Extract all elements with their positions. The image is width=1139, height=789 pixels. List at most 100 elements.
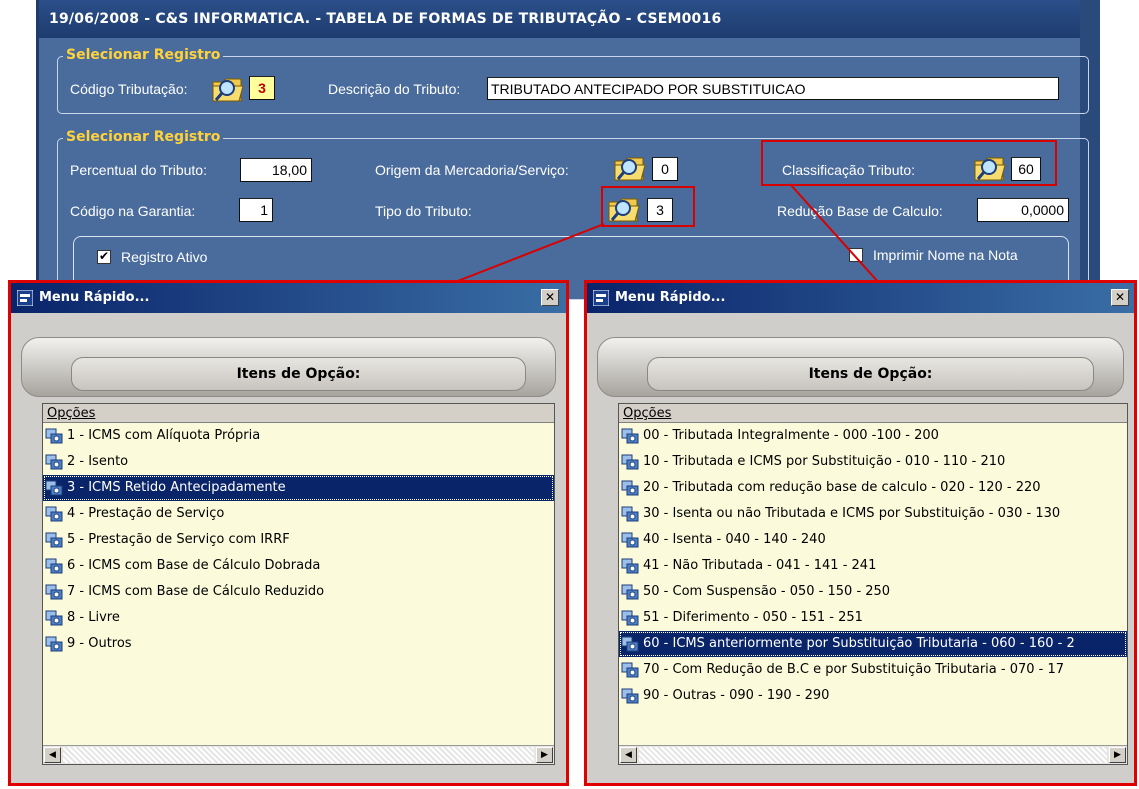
registro-ativo-label: Registro Ativo [121, 249, 208, 265]
main-window: 19/06/2008 - C&S INFORMATICA. - TABELA D… [36, 0, 1100, 300]
list-item[interactable]: 51 - Diferimento - 050 - 151 - 251 [619, 605, 1127, 631]
imprimir-checkbox[interactable] [849, 248, 863, 262]
list-item-label: 7 - ICMS com Base de Cálculo Reduzido [67, 584, 325, 599]
gear-item-icon [621, 558, 639, 574]
list-item[interactable]: 20 - Tributada com redução base de calcu… [619, 475, 1127, 501]
column-header-options[interactable]: Opções [43, 404, 554, 423]
options-list: Opções 00 - Tributada Integralmente - 00… [618, 403, 1128, 765]
gear-item-icon [621, 532, 639, 548]
list-item-label: 9 - Outros [67, 636, 132, 651]
list-item[interactable]: 3 - ICMS Retido Antecipadamente [43, 475, 554, 501]
gear-item-icon [45, 428, 63, 444]
arrow-right-icon[interactable]: ▶ [536, 747, 553, 763]
list-item-label: 51 - Diferimento - 050 - 151 - 251 [643, 610, 863, 625]
list-item-label: 30 - Isenta ou não Tributada e ICMS por … [643, 506, 1061, 521]
arrow-left-icon[interactable]: ◀ [620, 747, 637, 763]
list-item[interactable]: 40 - Isenta - 040 - 140 - 240 [619, 527, 1127, 553]
list-item-label: 60 - ICMS anteriormente por Substituição… [643, 636, 1075, 651]
list-item[interactable]: 6 - ICMS com Base de Cálculo Dobrada [43, 553, 554, 579]
group-title-2: Selecionar Registro [63, 129, 224, 145]
gear-item-icon [621, 636, 639, 652]
list-item[interactable]: 7 - ICMS com Base de Cálculo Reduzido [43, 579, 554, 605]
garantia-label: Código na Garantia: [70, 203, 196, 219]
percentual-label: Percentual do Tributo: [70, 162, 207, 178]
codigo-tributacao-label: Código Tributação: [70, 81, 188, 97]
imprimir-label: Imprimir Nome na Nota [873, 247, 1018, 263]
list-item[interactable]: 70 - Com Redução de B.C e por Substituiç… [619, 657, 1127, 683]
list-item-label: 1 - ICMS com Alíquota Própria [67, 428, 261, 443]
list-item[interactable]: 8 - Livre [43, 605, 554, 631]
registro-ativo-checkbox[interactable]: ✔ [97, 249, 111, 264]
column-header-options[interactable]: Opções [619, 404, 1127, 423]
list-item[interactable]: 10 - Tributada e ICMS por Substituição -… [619, 449, 1127, 475]
list-item-label: 00 - Tributada Integralmente - 000 -100 … [643, 428, 939, 443]
options-header: Itens de Opção: [647, 357, 1094, 391]
gear-item-icon [45, 610, 63, 626]
close-icon[interactable]: ✕ [1111, 289, 1129, 306]
dialog-title: Menu Rápido... [11, 283, 566, 313]
list-item[interactable]: 50 - Com Suspensão - 050 - 150 - 250 [619, 579, 1127, 605]
gear-item-icon [45, 584, 63, 600]
tipo-highlight [601, 186, 695, 227]
list-item-label: 20 - Tributada com redução base de calcu… [643, 480, 1041, 495]
gear-item-icon [621, 584, 639, 600]
gear-item-icon [621, 662, 639, 678]
gear-item-icon [621, 454, 639, 470]
list-item[interactable]: 4 - Prestação de Serviço [43, 501, 554, 527]
folder-search-icon[interactable] [211, 74, 245, 104]
dialog-title: Menu Rápido... [587, 283, 1134, 313]
horizontal-scrollbar[interactable]: ◀ ▶ [619, 745, 1127, 764]
arrow-right-icon[interactable]: ▶ [1109, 747, 1126, 763]
quick-menu-dialog-right: Menu Rápido... ✕ Itens de Opção: Opções … [584, 280, 1137, 786]
descricao-label: Descrição do Tributo: [328, 81, 461, 97]
arrow-left-icon[interactable]: ◀ [44, 747, 61, 763]
codigo-tributacao-field[interactable]: 3 [249, 76, 275, 100]
gear-item-icon [45, 454, 63, 470]
list-item[interactable]: 1 - ICMS com Alíquota Própria [43, 423, 554, 449]
gear-item-icon [45, 506, 63, 522]
list-item-label: 10 - Tributada e ICMS por Substituição -… [643, 454, 1006, 469]
list-item-label: 41 - Não Tributada - 041 - 141 - 241 [643, 558, 877, 573]
reducao-field[interactable]: 0,0000 [977, 198, 1069, 222]
dialog-body: Itens de Opção: Opções 1 - ICMS com Alíq… [11, 313, 566, 783]
list-item[interactable]: 2 - Isento [43, 449, 554, 475]
horizontal-scrollbar[interactable]: ◀ ▶ [43, 745, 554, 764]
percentual-field[interactable]: 18,00 [240, 158, 312, 182]
list-item-label: 3 - ICMS Retido Antecipadamente [67, 480, 286, 495]
descricao-field[interactable]: TRIBUTADO ANTECIPADO POR SUBSTITUICAO [487, 77, 1059, 100]
tipo-label: Tipo do Tributo: [375, 203, 472, 219]
scroll-track[interactable] [63, 747, 534, 763]
list-item-label: 90 - Outras - 090 - 190 - 290 [643, 688, 830, 703]
options-list: Opções 1 - ICMS com Alíquota Própria 2 - … [42, 403, 555, 765]
list-item-label: 50 - Com Suspensão - 050 - 150 - 250 [643, 584, 891, 599]
list-rows: 1 - ICMS com Alíquota Própria 2 - Isento 3… [43, 423, 554, 657]
folder-search-icon[interactable] [613, 153, 647, 183]
list-item-label: 6 - ICMS com Base de Cálculo Dobrada [67, 558, 321, 573]
window-title: 19/06/2008 - C&S INFORMATICA. - TABELA D… [39, 0, 1100, 38]
list-item-label: 70 - Com Redução de B.C e por Substituiç… [643, 662, 1065, 677]
gear-item-icon [621, 506, 639, 522]
list-item[interactable]: 00 - Tributada Integralmente - 000 -100 … [619, 423, 1127, 449]
app-icon [17, 290, 33, 306]
gear-item-icon [621, 480, 639, 496]
reducao-label: Redução Base de Calculo: [777, 203, 943, 219]
list-item-label: 5 - Prestação de Serviço com IRRF [67, 532, 290, 547]
list-item[interactable]: 30 - Isenta ou não Tributada e ICMS por … [619, 501, 1127, 527]
list-item[interactable]: 41 - Não Tributada - 041 - 141 - 241 [619, 553, 1127, 579]
list-item[interactable]: 90 - Outras - 090 - 190 - 290 [619, 683, 1127, 709]
group-title-1: Selecionar Registro [63, 47, 224, 63]
list-rows: 00 - Tributada Integralmente - 000 -100 … [619, 423, 1127, 709]
list-item[interactable]: 60 - ICMS anteriormente por Substituição… [619, 631, 1127, 657]
garantia-field[interactable]: 1 [239, 198, 273, 222]
gear-item-icon [45, 636, 63, 652]
origem-field[interactable]: 0 [652, 157, 678, 181]
list-item[interactable]: 9 - Outros [43, 631, 554, 657]
gear-item-icon [45, 480, 63, 496]
gear-item-icon [45, 558, 63, 574]
list-item[interactable]: 5 - Prestação de Serviço com IRRF [43, 527, 554, 553]
close-icon[interactable]: ✕ [541, 289, 559, 306]
check-icon: ✔ [99, 249, 110, 263]
gear-item-icon [621, 688, 639, 704]
scroll-track[interactable] [639, 747, 1107, 763]
app-icon [593, 290, 609, 306]
